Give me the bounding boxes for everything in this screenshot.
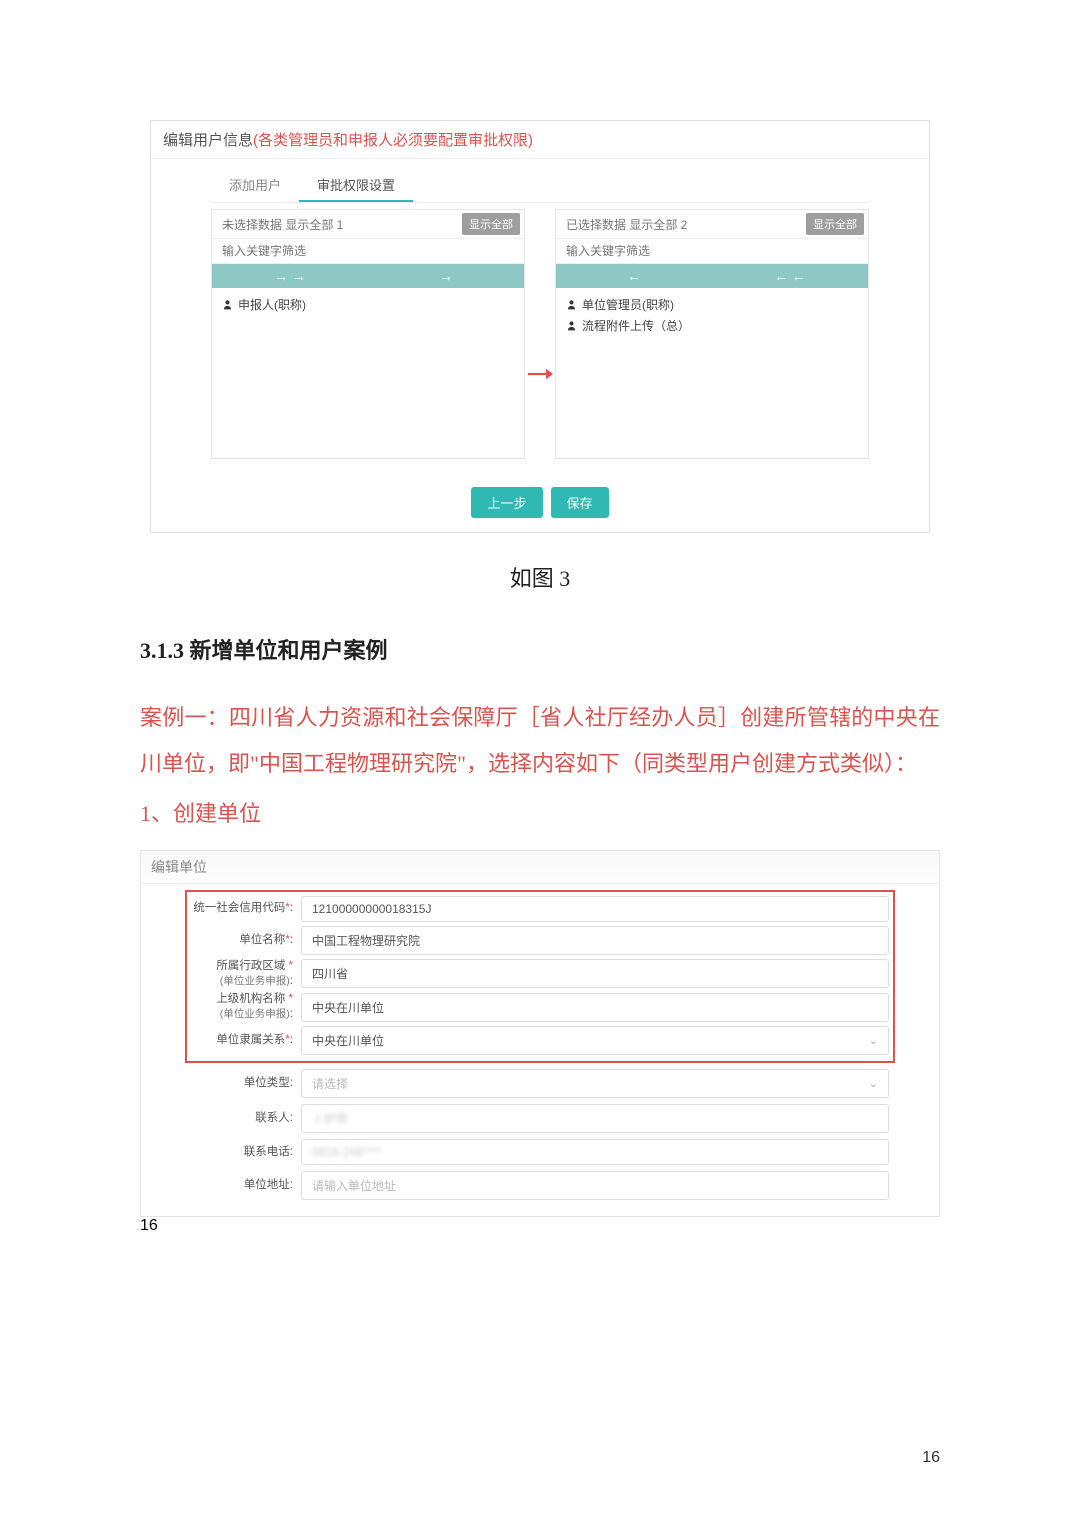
dialog-title-prefix: 编辑用户信息 — [163, 132, 253, 149]
right-list-item[interactable]: 流程附件上传（总） — [566, 317, 858, 334]
address-label: 单位地址: — [191, 1178, 301, 1193]
contact-label: 联系人: — [191, 1111, 301, 1126]
move-all-right-button[interactable]: → → — [212, 264, 368, 288]
highlight-box: 统一社会信用代码*: 12100000000018315J 单位名称*: 中国工… — [185, 890, 895, 1064]
unit-name-field[interactable]: 中国工程物理研究院 — [301, 926, 889, 955]
left-head: 未选择数据 显示全部 1 — [222, 216, 343, 233]
parent-org-label: 上级机构名称 * (单位业务申报): — [191, 992, 301, 1022]
section-heading: 3.1.3 新增单位和用户案例 — [140, 633, 940, 665]
affiliation-label: 单位隶属关系*: — [191, 1033, 301, 1048]
left-filter-input[interactable] — [212, 239, 524, 264]
phone-field[interactable]: 0816-248**** — [301, 1139, 889, 1165]
affiliation-select[interactable]: 中央在川单位⌄ — [301, 1026, 889, 1055]
unit-type-label: 单位类型: — [191, 1076, 301, 1091]
dual-list: 未选择数据 显示全部 1 显示全部 → → → 申报人(职称) — [211, 209, 869, 459]
credit-code-label: 统一社会信用代码*: — [191, 901, 301, 916]
unit-name-label: 单位名称*: — [191, 933, 301, 948]
tab-bar: 添加用户 审批权限设置 — [211, 169, 869, 203]
parent-org-field[interactable]: 中央在川单位 — [301, 993, 889, 1022]
prev-button[interactable]: 上一步 — [471, 487, 542, 518]
save-button[interactable]: 保存 — [551, 487, 609, 518]
dialog-title-suffix: (各类管理员和申报人必须要配置审批权限) — [253, 132, 533, 149]
right-arrow-bar: ← ← ← — [556, 264, 868, 288]
left-list: 未选择数据 显示全部 1 显示全部 → → → 申报人(职称) — [211, 209, 525, 459]
unit-type-select[interactable]: 请选择⌄ — [301, 1069, 889, 1098]
step-1: 1、创建单位 — [140, 791, 940, 837]
move-all-left-button[interactable]: ← ← — [712, 264, 868, 288]
case-paragraph: 案例一：四川省人力资源和社会保障厅［省人社厅经办人员］创建所管辖的中央在川单位，… — [140, 695, 940, 787]
dialog-title: 编辑用户信息(各类管理员和申报人必须要配置审批权限) — [151, 121, 929, 159]
dialog-edit-user: 编辑用户信息(各类管理员和申报人必须要配置审批权限) 添加用户 审批权限设置 未… — [150, 120, 930, 533]
figure-caption: 如图 3 — [140, 561, 940, 593]
phone-label: 联系电话: — [191, 1145, 301, 1160]
user-icon — [566, 320, 577, 331]
page-number: 16 — [922, 1449, 940, 1467]
left-arrow-bar: → → → — [212, 264, 524, 288]
region-field[interactable]: 四川省 — [301, 959, 889, 988]
credit-code-field[interactable]: 12100000000018315J — [301, 896, 889, 922]
left-list-item[interactable]: 申报人(职称) — [222, 296, 514, 313]
chevron-down-icon: ⌄ — [869, 1034, 878, 1047]
region-label: 所属行政区域 * (单位业务申报): — [191, 959, 301, 989]
left-show-all-button[interactable]: 显示全部 — [462, 213, 520, 235]
transfer-arrow-icon — [525, 209, 555, 459]
right-show-all-button[interactable]: 显示全部 — [806, 213, 864, 235]
tab-permissions[interactable]: 审批权限设置 — [299, 169, 413, 202]
form-title: 编辑单位 — [141, 851, 939, 884]
edit-unit-form: 编辑单位 统一社会信用代码*: 12100000000018315J 单位名称*… — [140, 850, 940, 1218]
right-list-item[interactable]: 单位管理员(职称) — [566, 296, 858, 313]
user-icon — [566, 299, 577, 310]
page-number: 16 — [140, 1217, 158, 1234]
move-left-button[interactable]: ← — [556, 264, 712, 288]
right-list: 已选择数据 显示全部 2 显示全部 ← ← ← 单位管理员(职称) — [555, 209, 869, 459]
move-right-button[interactable]: → — [368, 264, 524, 288]
address-field[interactable]: 请输入单位地址 — [301, 1171, 889, 1200]
right-filter-input[interactable] — [556, 239, 868, 264]
right-head: 已选择数据 显示全部 2 — [566, 216, 687, 233]
user-icon — [222, 299, 233, 310]
tab-add-user[interactable]: 添加用户 — [211, 169, 299, 202]
contact-field[interactable]: 卜护师 — [301, 1104, 889, 1133]
chevron-down-icon: ⌄ — [869, 1077, 878, 1090]
